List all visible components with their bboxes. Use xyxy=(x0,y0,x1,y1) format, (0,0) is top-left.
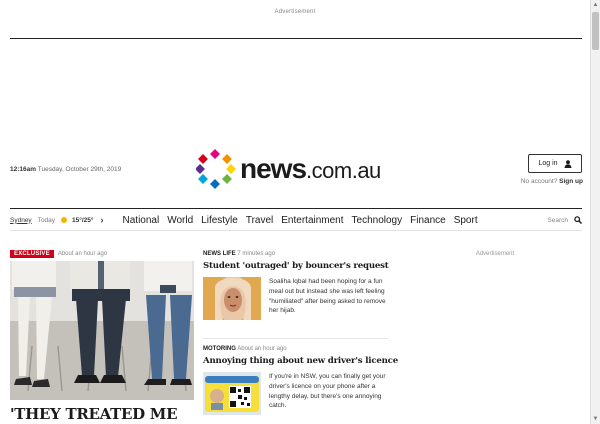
nav-item-national[interactable]: National xyxy=(123,215,160,226)
nav-item-finance[interactable]: Finance xyxy=(410,215,446,226)
story-time: About an hour ago xyxy=(237,346,287,352)
logo-dots-icon xyxy=(196,149,236,189)
nav-item-technology[interactable]: Technology xyxy=(352,215,403,226)
page: Advertisement 12:16am Tuesday, October 2… xyxy=(0,0,590,424)
story-meta: MOTORING About an hour ago xyxy=(203,346,388,352)
weather-city[interactable]: Sydney xyxy=(10,217,32,224)
nav-top-divider xyxy=(10,208,582,209)
search-label: Search xyxy=(547,216,568,224)
side-advertisement-label: Advertisement xyxy=(475,251,515,257)
site-logo[interactable]: news .com.au xyxy=(196,149,381,189)
nav-bottom-divider xyxy=(10,230,582,231)
chevron-right-icon[interactable]: › xyxy=(101,215,104,225)
header-datetime: 12:16am Tuesday, October 29th, 2019 xyxy=(10,166,121,173)
vertical-scrollbar[interactable]: ▲ ▼ xyxy=(590,0,600,424)
signup-link[interactable]: Sign up xyxy=(559,178,583,185)
top-divider xyxy=(10,38,582,39)
logo-brand-suffix: .com.au xyxy=(306,158,381,183)
story-item[interactable]: NEWS LIFE 7 minutes ago Student 'outrage… xyxy=(203,251,389,320)
search-icon[interactable] xyxy=(574,216,582,224)
nav-item-entertainment[interactable]: Entertainment xyxy=(281,215,343,226)
logo-brand-text: news xyxy=(240,153,307,184)
login-label: Log in xyxy=(538,160,558,167)
story-meta: NEWS LIFE 7 minutes ago xyxy=(203,251,388,257)
story-item[interactable]: MOTORING About an hour ago Annoying thin… xyxy=(203,346,398,415)
hero-time: About an hour ago xyxy=(57,251,108,257)
nav-item-sport[interactable]: Sport xyxy=(454,215,478,226)
story-thumbnail[interactable] xyxy=(203,372,261,415)
story-title[interactable]: Annoying thing about new driver's licenc… xyxy=(203,356,398,366)
story-summary: Soaliha Iqbal had been hoping for a fun … xyxy=(269,278,386,315)
story-thumbnail[interactable] xyxy=(203,277,261,320)
story-divider xyxy=(203,338,388,339)
story-section[interactable]: NEWS LIFE xyxy=(203,251,236,257)
header-date: Tuesday, October 29th, 2019 xyxy=(37,166,122,173)
hero-image[interactable] xyxy=(10,261,194,400)
header-time: 12:16am xyxy=(10,166,37,173)
story-body: If you're in NSW, you can finally get yo… xyxy=(203,372,388,415)
nav-item-world[interactable]: World xyxy=(167,215,193,226)
hero-meta: EXCLUSIVE About an hour ago xyxy=(10,249,194,259)
no-account-text: No account? xyxy=(520,178,558,185)
scrollbar-thumb[interactable] xyxy=(592,12,599,50)
no-account-prompt: No account? Sign up xyxy=(508,178,583,185)
main-nav: Sydney Today 15°/25° › National World Li… xyxy=(10,213,582,227)
story-section[interactable]: MOTORING xyxy=(203,346,236,352)
weather-temps: 15°/25° xyxy=(72,216,94,224)
hero-headline[interactable]: 'THEY TREATED ME xyxy=(10,405,194,423)
hero-story[interactable]: EXCLUSIVE About an hour ago 'THEY TREATE… xyxy=(10,249,194,423)
nav-item-travel[interactable]: Travel xyxy=(246,215,273,226)
sun-icon xyxy=(61,217,68,223)
weather-widget[interactable]: Sydney Today 15°/25° › xyxy=(10,215,104,225)
story-title[interactable]: Student 'outraged' by bouncer's request xyxy=(203,261,389,271)
nav-links: National World Lifestyle Travel Entertai… xyxy=(123,215,486,226)
user-icon xyxy=(564,159,571,168)
login-button[interactable]: Log in xyxy=(528,154,582,173)
nav-search[interactable]: Search xyxy=(547,213,582,227)
weather-day: Today xyxy=(37,216,56,224)
scroll-down-icon[interactable]: ▼ xyxy=(591,414,600,424)
exclusive-badge: EXCLUSIVE xyxy=(10,250,54,258)
scroll-up-icon[interactable]: ▲ xyxy=(591,0,600,10)
story-time: 7 minutes ago xyxy=(237,251,276,257)
story-body: Soaliha Iqbal had been hoping for a fun … xyxy=(203,277,388,320)
nav-item-lifestyle[interactable]: Lifestyle xyxy=(201,215,238,226)
story-summary: If you're in NSW, you can finally get yo… xyxy=(269,373,386,410)
top-advertisement-label: Advertisement xyxy=(274,9,316,15)
